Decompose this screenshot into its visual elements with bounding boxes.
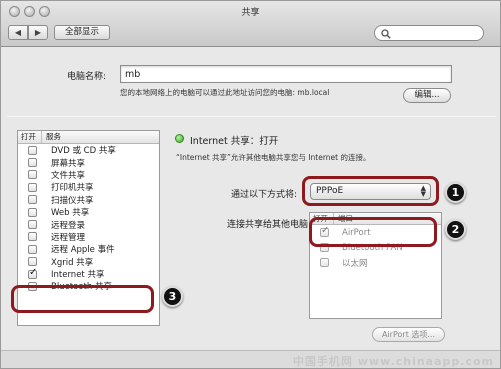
share-from-label: 通过以下方式将:: [231, 190, 298, 200]
service-row[interactable]: 远程登录: [18, 218, 159, 231]
status-on-icon: [175, 134, 184, 143]
service-checkbox[interactable]: [28, 232, 37, 242]
forward-button[interactable]: ▶: [28, 25, 48, 40]
airport-options-button[interactable]: AirPort 选项...: [372, 327, 445, 342]
service-row[interactable]: 文件共享: [18, 169, 159, 181]
chevron-right-icon: ▶: [34, 28, 42, 37]
service-label: 远程管理: [51, 232, 86, 243]
window-title: 共享: [241, 8, 260, 18]
chevron-left-icon: ◀: [14, 28, 22, 37]
service-checkbox[interactable]: [28, 158, 37, 168]
service-checkbox[interactable]: [28, 267, 37, 279]
service-label: 远程 Apple 事件: [51, 245, 115, 256]
title-bar: 共享 ◀ ▶ 全部显示: [1, 1, 500, 47]
service-label: 扫描仪共享: [51, 195, 94, 206]
service-list-header: 打开 服务: [18, 131, 159, 144]
status-title: Internet 共享：打开: [190, 136, 279, 147]
service-checkbox[interactable]: [28, 220, 37, 230]
service-row[interactable]: 屏幕共享: [18, 156, 159, 169]
computer-name-field[interactable]: mb: [120, 65, 452, 83]
search-icon: [381, 29, 391, 39]
service-label: DVD 或 CD 共享: [51, 146, 116, 157]
service-checkbox[interactable]: [28, 145, 37, 155]
service-label: Web 共享: [51, 208, 90, 219]
computer-name-help: 您的本地网络上的电脑可以通过此地址访问您的电脑: mb.local: [120, 88, 330, 97]
highlight-share-from: [302, 176, 439, 206]
service-checkbox[interactable]: [28, 207, 37, 217]
service-checkbox[interactable]: [28, 244, 37, 254]
highlight-internet-sharing: [11, 285, 154, 313]
service-checkbox[interactable]: [28, 182, 37, 192]
service-label: 打印机共享: [51, 183, 94, 194]
back-button[interactable]: ◀: [8, 25, 28, 40]
service-row[interactable]: 打印机共享: [18, 181, 159, 193]
show-all-button[interactable]: 全部显示: [54, 25, 110, 40]
share-to-label: 连接共享给其他电脑:: [227, 220, 312, 230]
service-label: 远程登录: [51, 220, 86, 231]
port-row[interactable]: 以太网: [310, 255, 441, 270]
callout-badge-1: 1: [445, 182, 466, 203]
service-row[interactable]: Xgrid 共享: [18, 256, 159, 268]
service-row[interactable]: 远程管理: [18, 231, 159, 243]
service-row[interactable]: 远程 Apple 事件: [18, 243, 159, 255]
bottom-bar: 中国手机网 www.chinaapp.com: [1, 350, 500, 368]
computer-name-label: 电脑名称:: [67, 72, 107, 82]
port-label: 以太网: [342, 258, 368, 269]
callout-badge-2: 2: [445, 219, 466, 240]
status-description: “Internet 共享”允许其他电脑共享您与 Internet 的连接。: [176, 153, 371, 162]
service-checkbox[interactable]: [28, 195, 37, 205]
callout-badge-3: 3: [162, 286, 183, 307]
column-header-service[interactable]: 服务: [42, 131, 61, 143]
service-label: Internet 共享: [51, 270, 105, 281]
service-label: 屏幕共享: [51, 158, 86, 169]
highlight-airport: [309, 217, 437, 247]
column-header-on[interactable]: 打开: [18, 131, 42, 143]
sharing-window: 共享 ◀ ▶ 全部显示 电脑名称: mb 您的本地网络上的电脑可以通过此地址访问…: [0, 0, 501, 369]
service-row[interactable]: DVD 或 CD 共享: [18, 144, 159, 156]
port-checkbox[interactable]: [320, 258, 329, 267]
edit-button[interactable]: 编辑...: [403, 88, 451, 103]
service-row[interactable]: Web 共享: [18, 206, 159, 218]
watermark: 中国手机网 www.chinaapp.com: [292, 355, 494, 368]
service-label: Xgrid 共享: [51, 257, 94, 268]
search-input[interactable]: [374, 25, 484, 41]
service-checkbox[interactable]: [28, 170, 37, 180]
service-row[interactable]: Internet 共享: [18, 267, 159, 281]
service-row[interactable]: 扫描仪共享: [18, 194, 159, 206]
section-divider: [7, 116, 496, 117]
service-label: 文件共享: [51, 170, 86, 181]
service-checkbox[interactable]: [28, 257, 37, 267]
